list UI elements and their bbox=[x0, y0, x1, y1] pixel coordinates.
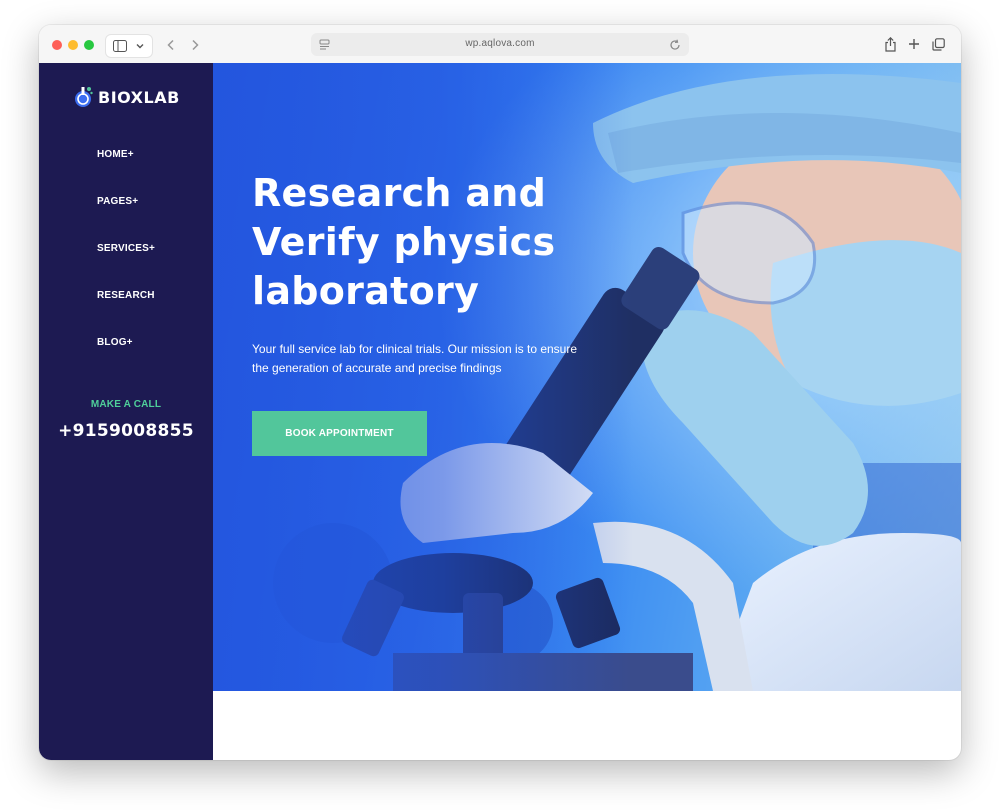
plus-icon bbox=[909, 39, 919, 49]
chevron-right-icon bbox=[192, 39, 199, 51]
menu-item-home[interactable]: HOME+ bbox=[97, 149, 155, 196]
hero-subtext: Your full service lab for clinical trial… bbox=[252, 340, 632, 378]
sidebar: BIOXLAB HOME+ PAGES+ SERVICES+ RESEARCH … bbox=[39, 63, 213, 760]
chevron-down-icon bbox=[136, 44, 144, 49]
main-menu: HOME+ PAGES+ SERVICES+ RESEARCH BLOG+ bbox=[97, 149, 155, 384]
headline-line-3: laboratory bbox=[252, 269, 480, 313]
subtext-line-2: the generation of accurate and precise f… bbox=[252, 361, 502, 375]
make-a-call-label: MAKE A CALL bbox=[90, 399, 162, 410]
chevron-left-icon bbox=[167, 39, 174, 51]
logo-text: BIOXLAB bbox=[98, 87, 180, 107]
site-logo[interactable]: BIOXLAB bbox=[72, 85, 180, 109]
sidebar-toggle-button[interactable] bbox=[105, 34, 153, 58]
tabs-icon bbox=[931, 37, 945, 51]
browser-window: wp.aqlova.com BIOXLAB HOME+ PAGES+ SERVI… bbox=[39, 25, 961, 760]
zoom-window-button[interactable] bbox=[84, 40, 94, 50]
reload-icon[interactable] bbox=[669, 38, 681, 56]
subtext-line-1: Your full service lab for clinical trial… bbox=[252, 342, 578, 356]
minimize-window-button[interactable] bbox=[68, 40, 78, 50]
web-page: BIOXLAB HOME+ PAGES+ SERVICES+ RESEARCH … bbox=[39, 63, 961, 760]
new-tab-button[interactable] bbox=[905, 35, 923, 53]
book-appointment-button[interactable]: BOOK APPOINTMENT bbox=[252, 411, 427, 456]
tab-overview-button[interactable] bbox=[929, 35, 947, 53]
back-button[interactable] bbox=[161, 34, 181, 56]
sidebar-icon bbox=[113, 40, 127, 52]
phone-number[interactable]: +9159008855 bbox=[39, 421, 213, 441]
menu-item-blog[interactable]: BLOG+ bbox=[97, 337, 155, 384]
url-text: wp.aqlova.com bbox=[465, 38, 535, 49]
headline-line-1: Research and bbox=[252, 171, 547, 215]
share-button[interactable] bbox=[881, 35, 899, 53]
address-bar[interactable]: wp.aqlova.com bbox=[311, 33, 689, 56]
flask-logo-icon bbox=[75, 87, 93, 107]
menu-item-pages[interactable]: PAGES+ bbox=[97, 196, 155, 243]
close-window-button[interactable] bbox=[52, 40, 62, 50]
menu-item-services[interactable]: SERVICES+ bbox=[97, 243, 155, 290]
headline-line-2: Verify physics bbox=[252, 220, 556, 264]
menu-item-research[interactable]: RESEARCH bbox=[97, 290, 155, 337]
hero-headline: Research and Verify physics laboratory bbox=[252, 169, 612, 316]
forward-button[interactable] bbox=[185, 34, 205, 56]
share-icon bbox=[884, 36, 896, 52]
browser-toolbar: wp.aqlova.com bbox=[39, 25, 961, 64]
hero-section: Research and Verify physics laboratory Y… bbox=[213, 63, 961, 691]
